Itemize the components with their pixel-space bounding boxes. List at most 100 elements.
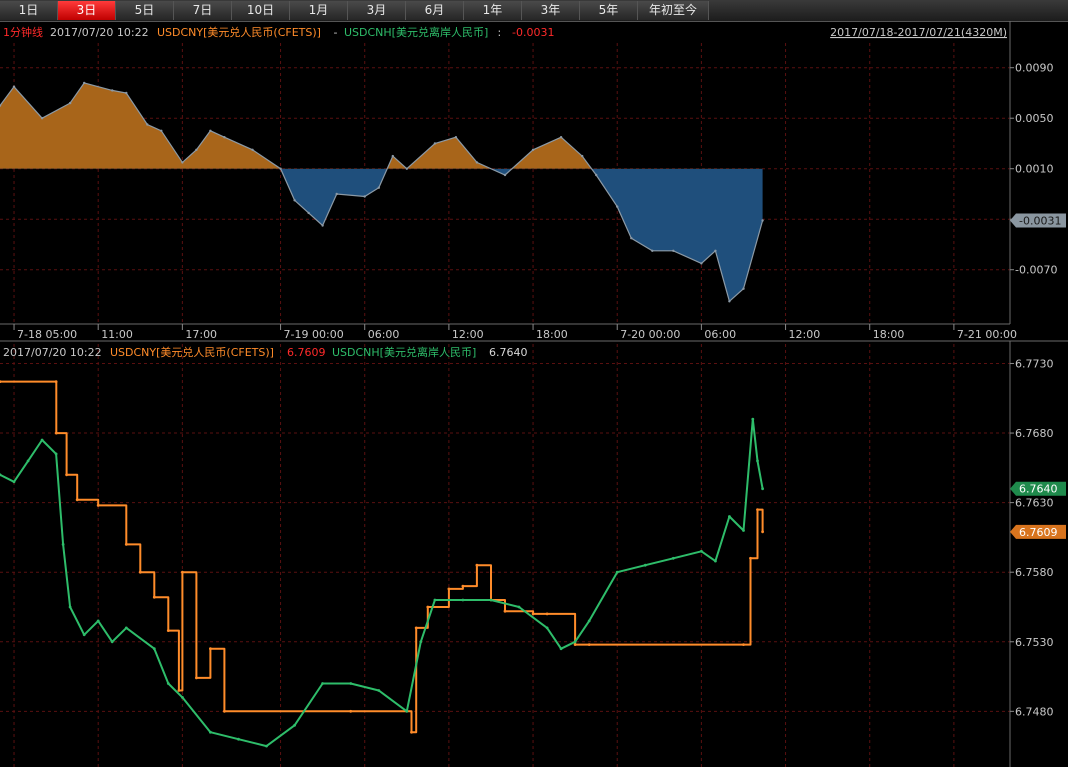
- bottom-legend: 2017/07/20 10:22 USDCNY[美元兑人民币(CFETS)] 6…: [3, 345, 528, 359]
- y-tick-label: 6.7530: [1015, 636, 1054, 649]
- x-tick-label: 7-21 00:00: [957, 328, 1017, 341]
- spread-point: [195, 148, 198, 151]
- spread-point: [279, 167, 282, 170]
- y-tick-label: 6.7630: [1015, 497, 1054, 510]
- spread-point: [321, 224, 324, 227]
- usdcnh-point: [742, 529, 745, 532]
- usdcnh-point: [761, 487, 764, 491]
- spread-point: [559, 136, 563, 139]
- x-tick-label: 18:00: [873, 328, 905, 341]
- top-legend: 1分钟线 2017/07/20 10:22 USDCNY[美元兑人民币(CFET…: [3, 25, 1007, 39]
- spread-point: [251, 148, 254, 151]
- usdcny-point: [749, 556, 752, 560]
- usdcny-point: [75, 498, 79, 502]
- x-tick-label: 7-18 05:00: [17, 328, 77, 341]
- x-tick-label: 12:00: [789, 328, 821, 341]
- usdcnh-point: [517, 605, 521, 609]
- usdcnh-point: [293, 723, 296, 727]
- tab-10日[interactable]: 10日: [232, 1, 290, 20]
- usdcny-point: [181, 570, 184, 574]
- usdcnh-point: [489, 598, 493, 602]
- usdcnh-point: [209, 730, 212, 734]
- usdcnh-point: [68, 605, 72, 609]
- usdcnh-value-tag: 6.7640: [1010, 481, 1066, 496]
- spread-point: [125, 91, 128, 95]
- tab-1日[interactable]: 1日: [0, 1, 58, 20]
- usdcny-point: [96, 504, 100, 507]
- spread-point: [335, 192, 338, 196]
- y-tick-label: 6.7580: [1015, 566, 1054, 579]
- spread-point: [630, 237, 633, 240]
- tab-5日[interactable]: 5日: [116, 1, 174, 20]
- legend-label-usdcnh: USDCNH[美元兑离岸人民币]: [344, 25, 488, 39]
- legend-usdcnh-label: USDCNH[美元兑离岸人民币]: [332, 345, 476, 359]
- usdcny-point: [414, 626, 418, 630]
- spread-point: [503, 173, 507, 177]
- date-range-label[interactable]: 2017/07/18-2017/07/21(4320M): [830, 26, 1007, 39]
- spread-point: [363, 195, 366, 198]
- usdcnh-point: [615, 570, 619, 574]
- spread-point: [700, 262, 703, 265]
- spread-point: [761, 219, 764, 222]
- spread-point: [391, 154, 394, 158]
- tab-1月[interactable]: 1月: [290, 1, 348, 20]
- spread-point: [672, 249, 675, 252]
- usdcny-point: [65, 473, 68, 477]
- usdcny-point: [447, 587, 451, 591]
- tab-1年[interactable]: 1年: [464, 1, 522, 20]
- tab-5年[interactable]: 5年: [580, 1, 638, 20]
- top-grid: [0, 43, 1010, 324]
- usdcnh-point: [377, 689, 381, 692]
- spread-point: [742, 287, 745, 290]
- usdcny-point: [503, 609, 507, 613]
- usdcnh-point: [559, 647, 563, 651]
- tab-7日[interactable]: 7日: [174, 1, 232, 20]
- usdcnh-point: [671, 556, 675, 560]
- tab-6月[interactable]: 6月: [406, 1, 464, 20]
- usdcnh-point: [152, 647, 156, 651]
- x-tick-label: 17:00: [185, 328, 217, 341]
- tab-年初至今[interactable]: 年初至今: [638, 1, 709, 20]
- usdcnh-point: [756, 459, 759, 463]
- spread-point: [377, 186, 380, 189]
- tab-3日[interactable]: 3日: [58, 1, 116, 20]
- usdcnh-point: [545, 626, 549, 630]
- usdcnh-point: [573, 640, 577, 644]
- spread-point: [307, 211, 310, 215]
- legend-usdcny-value: 6.7609: [287, 346, 326, 359]
- x-tick-label: 12:00: [452, 328, 484, 341]
- bottom-grid: [0, 344, 1010, 767]
- price-lines: [0, 380, 764, 748]
- x-tick-label: 11:00: [101, 328, 133, 341]
- usdcnh-point: [714, 559, 717, 563]
- usdcny-point: [587, 643, 591, 646]
- y-tick-label: 6.7480: [1015, 705, 1054, 718]
- spread-point: [651, 249, 654, 252]
- usdcny-point: [742, 643, 745, 646]
- usdcnh-point: [433, 598, 437, 602]
- usdcnh-point: [12, 480, 16, 484]
- usdcny-point: [195, 676, 198, 680]
- period-tab-bar: 1日 3日 5日 7日 10日 1月 3月 6月 1年 3年 5年 年初至今: [0, 0, 1068, 22]
- spread-point: [531, 148, 535, 151]
- top-y-axis: 0.00900.00500.0010-0.0030-0.0070: [1009, 21, 1057, 324]
- x-tick-label: 06:00: [704, 328, 736, 341]
- legend-label-usdcny: USDCNY[美元兑人民币(CFETS)]: [157, 25, 321, 39]
- tab-3月[interactable]: 3月: [348, 1, 406, 20]
- usdcny-point: [138, 570, 142, 574]
- x-tick-label: 7-20 00:00: [620, 328, 680, 341]
- tab-3年[interactable]: 3年: [522, 1, 580, 20]
- spread-point: [209, 129, 212, 132]
- svg-text:6.7609: 6.7609: [1019, 526, 1058, 539]
- usdcnh-point: [40, 438, 44, 442]
- usdcny-point: [177, 689, 181, 692]
- svg-text:-0.0031: -0.0031: [1019, 214, 1061, 227]
- usdcny-point: [461, 584, 465, 588]
- usdcnh-point: [237, 737, 240, 741]
- usdcnh-point: [405, 709, 409, 713]
- usdcnh-point: [54, 452, 58, 456]
- spread-point: [728, 300, 731, 303]
- usdcny-point: [223, 709, 226, 713]
- usdcny-point: [475, 563, 479, 567]
- spread-point: [68, 101, 72, 105]
